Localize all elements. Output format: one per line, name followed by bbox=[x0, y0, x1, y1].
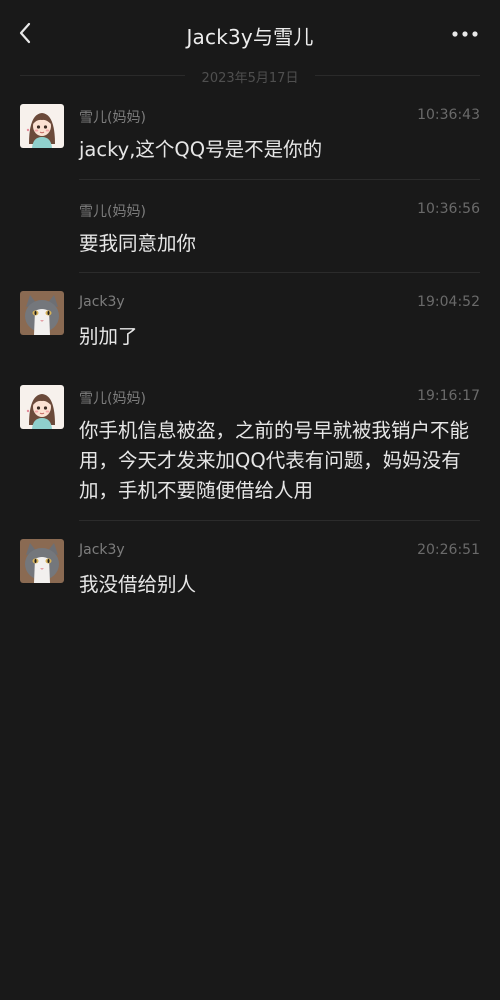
message-item[interactable]: 雪儿(妈妈) 19:16:17 你手机信息被盗，之前的号早就被我销户不能用，今天… bbox=[0, 385, 500, 521]
more-dots-icon bbox=[452, 31, 478, 37]
message-item[interactable]: 雪儿(妈妈) 10:36:56 要我同意加你 bbox=[0, 201, 500, 273]
message-text: 我没借给别人 bbox=[79, 573, 197, 596]
girl-avatar[interactable] bbox=[20, 385, 64, 429]
message-sender: 雪儿(妈妈) bbox=[79, 110, 146, 126]
message-time: 10:36:56 bbox=[417, 201, 480, 217]
message-time: 20:26:51 bbox=[417, 542, 480, 558]
message-text: 你手机信息被盗，之前的号早就被我销户不能用，今天才发来加QQ代表有问题，妈妈没有… bbox=[79, 419, 470, 502]
message-sender: 雪儿(妈妈) bbox=[79, 391, 146, 407]
message-item[interactable]: Jack3y 20:26:51 我没借给别人 bbox=[0, 539, 500, 602]
chat-title: Jack3y与雪儿 bbox=[186, 25, 314, 49]
message-item[interactable]: Jack3y 19:04:52 别加了 bbox=[0, 291, 500, 364]
chat-header: Jack3y与雪儿 bbox=[0, 0, 500, 66]
message-divider bbox=[79, 520, 480, 521]
cat-avatar-icon bbox=[20, 539, 64, 583]
message-divider bbox=[79, 179, 480, 180]
message-item[interactable]: 雪儿(妈妈) 10:36:43 jacky,这个QQ号是不是你的 bbox=[0, 104, 500, 180]
cat-avatar[interactable] bbox=[20, 539, 64, 583]
message-divider bbox=[79, 272, 480, 273]
message-time: 19:04:52 bbox=[417, 294, 480, 310]
date-divider-right bbox=[315, 75, 480, 76]
girl-avatar[interactable] bbox=[20, 104, 64, 148]
message-sender: Jack3y bbox=[79, 294, 125, 310]
cat-avatar[interactable] bbox=[20, 291, 64, 335]
message-text: 要我同意加你 bbox=[79, 232, 197, 255]
girl-avatar-icon bbox=[20, 385, 64, 429]
message-sender: 雪儿(妈妈) bbox=[79, 204, 146, 220]
message-time: 10:36:43 bbox=[417, 107, 480, 123]
more-options-button[interactable] bbox=[450, 24, 480, 44]
cat-avatar-icon bbox=[20, 291, 64, 335]
message-text: jacky,这个QQ号是不是你的 bbox=[79, 138, 323, 161]
date-separator: 2023年5月17日 bbox=[0, 64, 500, 88]
girl-avatar-icon bbox=[20, 104, 64, 148]
date-label: 2023年5月17日 bbox=[201, 71, 299, 86]
message-text: 别加了 bbox=[79, 325, 138, 348]
message-time: 19:16:17 bbox=[417, 388, 480, 404]
message-sender: Jack3y bbox=[79, 542, 125, 558]
